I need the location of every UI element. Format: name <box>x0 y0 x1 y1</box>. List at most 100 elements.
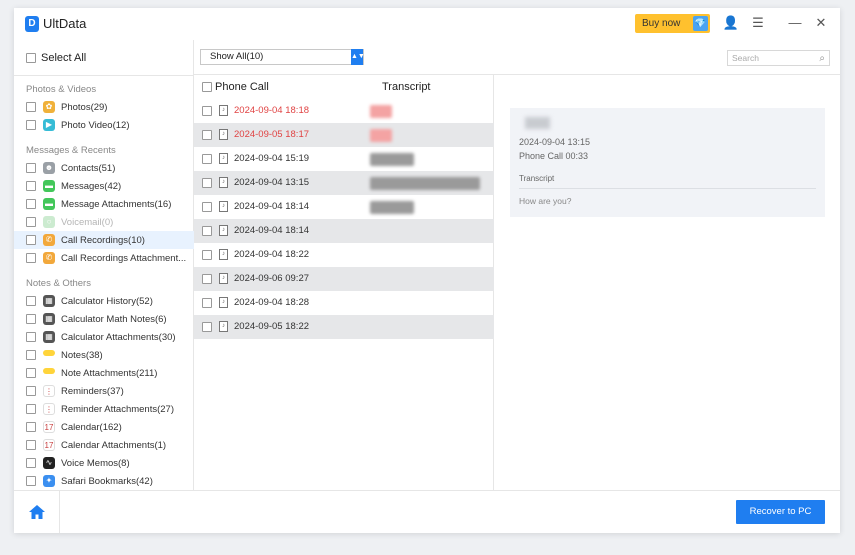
checkbox[interactable] <box>26 296 36 306</box>
buy-now-button[interactable]: Buy now 💎 <box>635 14 710 33</box>
checkbox[interactable] <box>26 368 36 378</box>
sidebar-item[interactable]: ✿ Photos(29) <box>14 98 194 116</box>
sidebar-item[interactable]: ∿ Voice Memos(8) <box>14 454 194 472</box>
search-input[interactable]: Search ⌕ <box>727 50 830 66</box>
bottom-bar: Recover to PC <box>14 490 840 533</box>
call-info: Phone Call 00:33 <box>519 151 589 161</box>
menu-icon[interactable]: ☰ <box>749 14 767 32</box>
sidebar-item[interactable]: ⋮ Reminder Attachments(27) <box>14 400 194 418</box>
sidebar-item[interactable]: ▦ Calculator Attachments(30) <box>14 328 194 346</box>
sidebar-item[interactable]: ▦ Calculator History(52) <box>14 292 194 310</box>
row-checkbox[interactable] <box>202 130 212 140</box>
table-row[interactable]: ♪ 2024-09-04 13:15 <box>194 171 494 195</box>
show-filter-dropdown[interactable]: Show All(10) ▲▼ <box>200 49 365 65</box>
sidebar-item-label: Photos(29) <box>61 101 108 113</box>
list-header: Phone Call Transcript <box>194 75 494 99</box>
sidebar-item-label: Calendar Attachments(1) <box>61 439 167 451</box>
recover-to-pc-button[interactable]: Recover to PC <box>736 500 825 524</box>
gem-icon: 💎 <box>693 16 708 31</box>
row-checkbox[interactable] <box>202 274 212 284</box>
checkbox[interactable] <box>26 350 36 360</box>
checkbox[interactable] <box>26 53 36 63</box>
checkbox[interactable] <box>26 404 36 414</box>
sidebar-item-label: Contacts(51) <box>61 162 116 174</box>
checkbox[interactable] <box>26 163 36 173</box>
checkbox[interactable] <box>26 253 36 263</box>
call-date: 2024-09-05 18:22 <box>234 321 310 332</box>
home-button[interactable] <box>14 491 60 533</box>
sidebar-item-label: Calendar(162) <box>61 421 122 433</box>
minimize-icon[interactable]: — <box>786 14 804 32</box>
sidebar-item[interactable]: Notes(38) <box>14 346 194 364</box>
checkbox[interactable] <box>26 102 36 112</box>
table-row[interactable]: ♪ 2024-09-04 18:14 <box>194 219 494 243</box>
table-row[interactable]: ♪ 2024-09-06 09:27 <box>194 267 494 291</box>
row-checkbox[interactable] <box>202 202 212 212</box>
sidebar-item[interactable]: ▬ Messages(42) <box>14 177 194 195</box>
checkbox[interactable] <box>26 332 36 342</box>
select-all-rows-checkbox[interactable] <box>202 82 212 92</box>
sidebar-item[interactable]: Note Attachments(211) <box>14 364 194 382</box>
checkbox[interactable] <box>26 120 36 130</box>
sidebar-item[interactable]: ▶ Photo Video(12) <box>14 116 194 134</box>
table-row[interactable]: ♪ 2024-09-04 18:14 <box>194 195 494 219</box>
call-date: 2024-09-04 18:28 <box>234 297 310 308</box>
checkbox[interactable] <box>26 314 36 324</box>
dropdown-value: Show All(10) <box>210 51 264 62</box>
checkbox[interactable] <box>26 458 36 468</box>
sidebar-item[interactable]: ✆ Call Recordings Attachment... <box>14 249 194 267</box>
table-row[interactable]: ♪ 2024-09-04 15:19 <box>194 147 494 171</box>
select-all-label: Select All <box>41 52 87 64</box>
table-row[interactable]: ♪ 2024-09-04 18:28 <box>194 291 494 315</box>
select-all-checkbox[interactable]: Select All <box>26 52 86 64</box>
sidebar-item[interactable]: ✦ Safari Bookmarks(42) <box>14 472 194 490</box>
sidebar-item-label: Notes(38) <box>61 349 103 361</box>
sidebar-item[interactable]: ⋮ Reminders(37) <box>14 382 194 400</box>
column-transcript: Transcript <box>382 81 431 93</box>
sidebar-item[interactable]: ✆ Call Recordings(10) <box>14 231 194 249</box>
row-checkbox[interactable] <box>202 154 212 164</box>
row-checkbox[interactable] <box>202 322 212 332</box>
checkbox[interactable] <box>26 476 36 486</box>
call-date: 2024-09-06 09:27 <box>234 273 310 284</box>
checkbox[interactable] <box>26 386 36 396</box>
table-row[interactable]: ♪ 2024-09-05 18:17 <box>194 123 494 147</box>
sidebar-item[interactable]: 17 Calendar Attachments(1) <box>14 436 194 454</box>
checkbox[interactable] <box>26 199 36 209</box>
redacted-transcript <box>370 153 414 166</box>
audio-file-icon: ♪ <box>219 177 228 188</box>
close-icon[interactable]: ✕ <box>812 14 830 32</box>
checkbox[interactable] <box>26 181 36 191</box>
section-messages-recents: Messages & Recents <box>26 145 116 156</box>
call-recording-icon: ✆ <box>43 234 55 246</box>
sidebar-item-label: Voice Memos(8) <box>61 457 130 469</box>
table-row[interactable]: ♪ 2024-09-04 18:22 <box>194 243 494 267</box>
row-checkbox[interactable] <box>202 226 212 236</box>
calculator-attachment-icon: ▦ <box>43 331 55 343</box>
row-checkbox[interactable] <box>202 250 212 260</box>
call-attachment-icon: ✆ <box>43 252 55 264</box>
sidebar-item[interactable]: ○ Voicemail(0) <box>14 213 194 231</box>
checkbox[interactable] <box>26 422 36 432</box>
home-icon <box>29 505 45 519</box>
detail-pane: 2024-09-04 13:15 Phone Call 00:33 Transc… <box>495 75 840 490</box>
row-checkbox[interactable] <box>202 178 212 188</box>
call-date: 2024-09-04 13:15 <box>519 137 591 147</box>
table-row[interactable]: ♪ 2024-09-04 18:18 <box>194 99 494 123</box>
row-checkbox[interactable] <box>202 106 212 116</box>
voice-memo-icon: ∿ <box>43 457 55 469</box>
filter-toolbar: Show All(10) ▲▼ Search ⌕ <box>194 40 840 75</box>
calendar-attachment-icon: 17 <box>43 439 55 451</box>
checkbox[interactable] <box>26 440 36 450</box>
audio-file-icon: ♪ <box>219 273 228 284</box>
row-checkbox[interactable] <box>202 298 212 308</box>
table-row[interactable]: ♪ 2024-09-05 18:22 <box>194 315 494 339</box>
title-bar: D UltData Buy now 💎 👤 ☰ — ✕ <box>14 8 840 40</box>
sidebar-item[interactable]: ▬ Message Attachments(16) <box>14 195 194 213</box>
checkbox[interactable] <box>26 235 36 245</box>
sidebar-item[interactable]: 17 Calendar(162) <box>14 418 194 436</box>
checkbox[interactable] <box>26 217 36 227</box>
sidebar-item[interactable]: ☻ Contacts(51) <box>14 159 194 177</box>
sidebar-item[interactable]: ▦ Calculator Math Notes(6) <box>14 310 194 328</box>
user-icon[interactable]: 👤 <box>722 14 740 32</box>
